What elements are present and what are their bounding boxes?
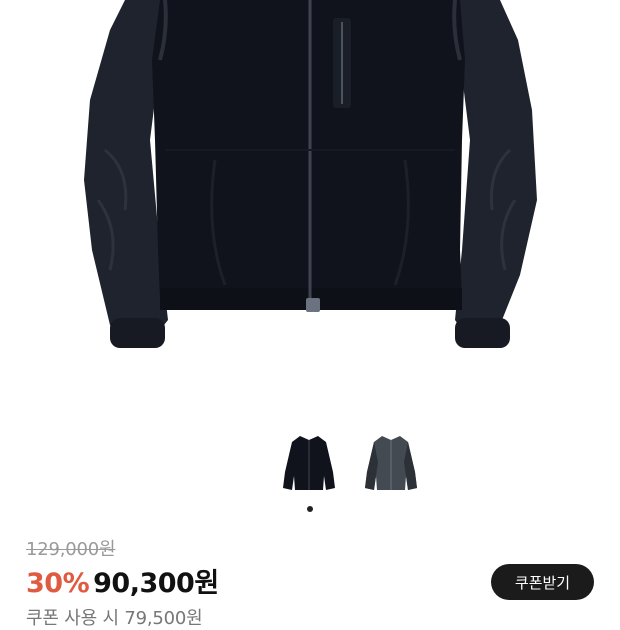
thumbnail-strip (280, 432, 420, 496)
thumbnail-gray-jacket[interactable] (362, 432, 420, 496)
coupon-price-note: 쿠폰 사용 시 79,500원 (26, 608, 203, 629)
discount-rate: 30% (26, 568, 90, 599)
get-coupon-button[interactable]: 쿠폰받기 (491, 564, 594, 600)
sale-price: 90,300원 (93, 568, 219, 599)
gray-jacket-thumbnail-icon (365, 436, 417, 490)
jacket-image-icon (84, 0, 537, 348)
thumbnail-black-jacket[interactable] (280, 432, 338, 496)
price-row: 30% 90,300원 (26, 561, 219, 600)
black-jacket-thumbnail-icon (283, 436, 335, 490)
original-price: 129,000원 (26, 539, 116, 560)
gallery-pagination-dot[interactable] (307, 506, 313, 512)
product-main-image[interactable] (0, 0, 620, 400)
